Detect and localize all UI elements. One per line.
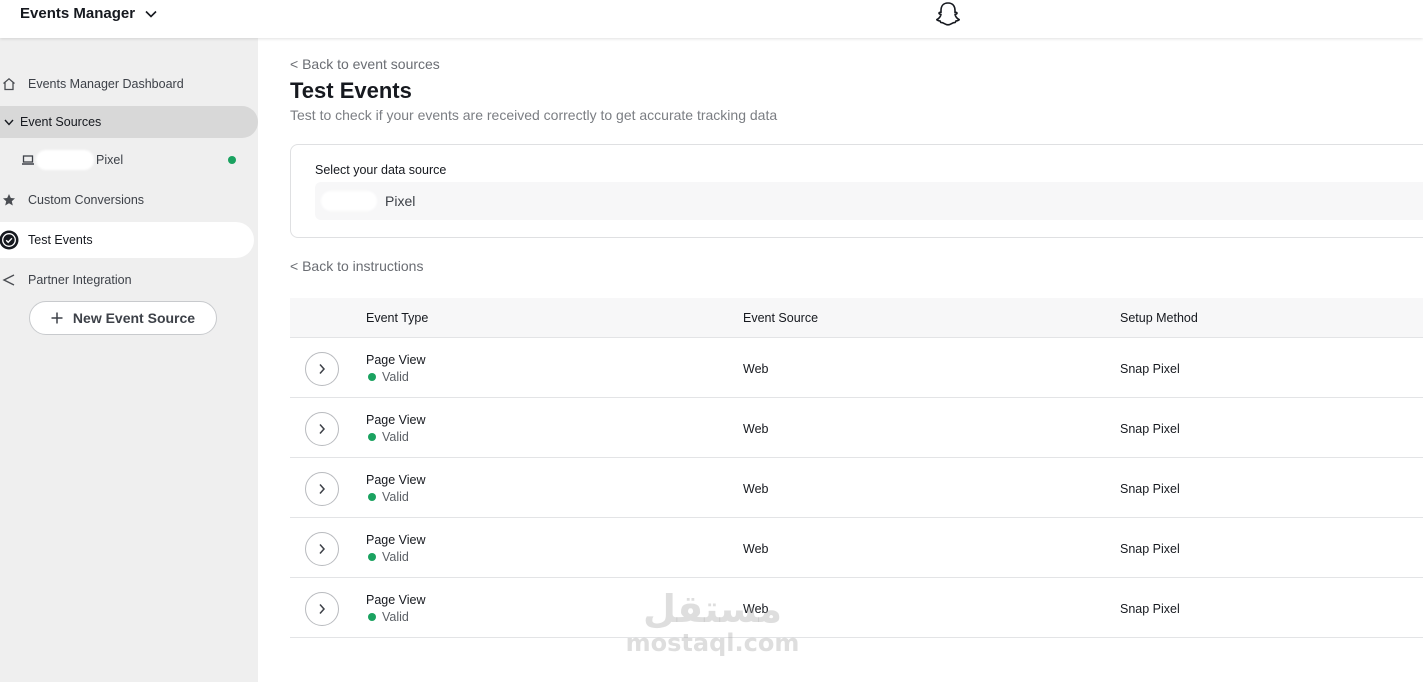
expand-row-button[interactable] [305, 412, 339, 446]
sidebar-item-label: Custom Conversions [28, 193, 145, 207]
sidebar-item-dashboard[interactable]: Events Manager Dashboard [0, 68, 258, 100]
table-row: Page View Valid Web Snap Pixel [290, 458, 1423, 518]
sidebar-item-pixel[interactable]: Pixel [0, 144, 258, 176]
data-source-label: Select your data source [315, 163, 447, 177]
event-status: Valid [368, 610, 409, 624]
valid-dot [368, 433, 376, 441]
table-row: Page View Valid Web Snap Pixel [290, 578, 1423, 638]
chevron-right-icon [319, 364, 326, 374]
event-source: Web [743, 602, 769, 616]
sidebar-item-label: Pixel [96, 153, 124, 167]
sidebar-item-label: Event Sources [20, 115, 102, 129]
event-status: Valid [368, 370, 409, 384]
expand-row-button[interactable] [305, 592, 339, 626]
app-switcher[interactable]: Events Manager [20, 5, 157, 22]
status-text: Valid [382, 610, 409, 624]
column-header-event-type: Event Type [366, 311, 429, 325]
event-status: Valid [368, 430, 409, 444]
setup-method: Snap Pixel [1120, 422, 1180, 436]
status-dot [228, 156, 236, 164]
sidebar-item-label: Test Events [28, 233, 93, 247]
valid-dot [368, 493, 376, 501]
event-type: Page View [366, 413, 426, 427]
chevron-right-icon [319, 484, 326, 494]
expand-row-button[interactable] [305, 472, 339, 506]
data-source-select[interactable]: Pixel [315, 182, 1423, 220]
event-source: Web [743, 542, 769, 556]
chevron-right-icon [319, 424, 326, 434]
status-text: Valid [382, 550, 409, 564]
status-text: Valid [382, 370, 409, 384]
event-status: Valid [368, 490, 409, 504]
expand-row-button[interactable] [305, 352, 339, 386]
data-source-value: Pixel [385, 193, 416, 209]
plus-icon [51, 312, 63, 324]
sidebar-item-partner-integration[interactable]: Partner Integration [0, 264, 258, 296]
setup-method: Snap Pixel [1120, 482, 1180, 496]
valid-dot [368, 373, 376, 381]
events-table: Event Type Event Source Setup Method Pag… [290, 298, 1423, 638]
chevron-right-icon [319, 544, 326, 554]
sidebar-item-label: Partner Integration [28, 273, 132, 287]
chevron-down-icon [1, 114, 17, 130]
setup-method: Snap Pixel [1120, 362, 1180, 376]
status-text: Valid [382, 430, 409, 444]
app-title: Events Manager [20, 5, 136, 22]
chevron-down-icon [145, 10, 157, 18]
home-icon [1, 76, 17, 92]
event-type: Page View [366, 473, 426, 487]
setup-method: Snap Pixel [1120, 542, 1180, 556]
valid-dot [368, 553, 376, 561]
page-subtitle: Test to check if your events are receive… [290, 107, 778, 123]
event-source: Web [743, 362, 769, 376]
event-source: Web [743, 482, 769, 496]
redacted-pixel-name [36, 150, 94, 170]
valid-dot [368, 613, 376, 621]
check-circle-icon [0, 230, 19, 250]
top-bar: Events Manager [0, 0, 1423, 38]
event-source: Web [743, 422, 769, 436]
status-text: Valid [382, 490, 409, 504]
sidebar-item-test-events[interactable]: Test Events [0, 222, 254, 258]
column-header-event-source: Event Source [743, 311, 819, 325]
back-to-instructions-link[interactable]: < Back to instructions [290, 258, 423, 274]
page-title: Test Events [290, 78, 412, 103]
sidebar-item-event-sources[interactable]: Event Sources [0, 106, 258, 138]
table-row: Page View Valid Web Snap Pixel [290, 398, 1423, 458]
sidebar: Events Manager Dashboard Event Sources P… [0, 38, 258, 682]
new-event-source-label: New Event Source [72, 310, 196, 326]
back-to-event-sources-link[interactable]: < Back to event sources [290, 56, 440, 72]
new-event-source-button[interactable]: New Event Source [29, 301, 217, 335]
main-content: < Back to event sources Test Events Test… [258, 38, 1423, 682]
laptop-icon [20, 152, 36, 168]
event-type: Page View [366, 353, 426, 367]
table-row: Page View Valid Web Snap Pixel [290, 338, 1423, 398]
table-header: Event Type Event Source Setup Method [290, 298, 1423, 338]
setup-method: Snap Pixel [1120, 602, 1180, 616]
chevron-right-icon [319, 604, 326, 614]
event-status: Valid [368, 550, 409, 564]
redacted-pixel-name [321, 191, 377, 211]
expand-row-button[interactable] [305, 532, 339, 566]
sidebar-item-label: Events Manager Dashboard [28, 77, 184, 91]
snapchat-ghost-icon[interactable] [934, 1, 962, 27]
event-type: Page View [366, 593, 426, 607]
data-source-card: Select your data source Pixel [290, 144, 1423, 238]
event-type: Page View [366, 533, 426, 547]
star-icon [1, 192, 17, 208]
share-icon [1, 272, 17, 288]
table-row: Page View Valid Web Snap Pixel [290, 518, 1423, 578]
sidebar-item-custom-conversions[interactable]: Custom Conversions [0, 184, 258, 216]
column-header-setup-method: Setup Method [1120, 311, 1198, 325]
